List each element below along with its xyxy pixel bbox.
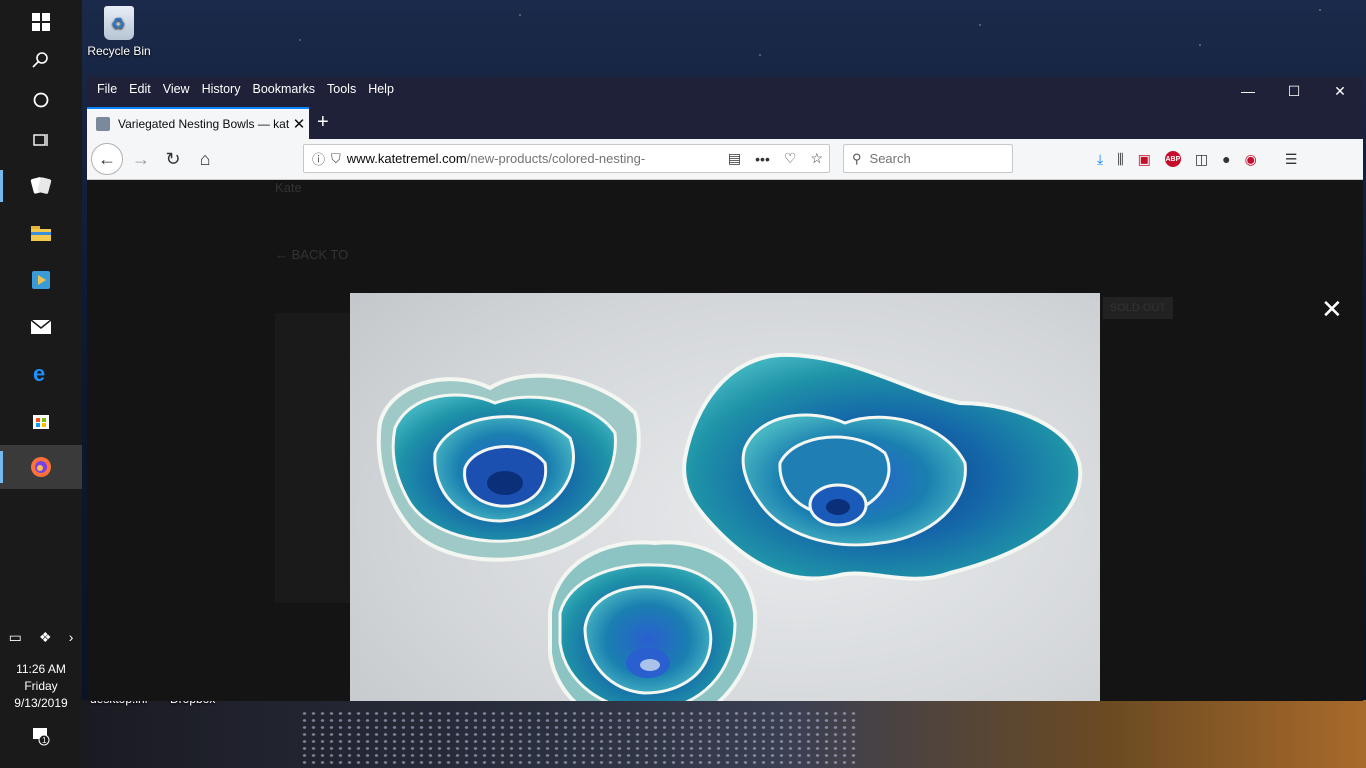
menu-view[interactable]: View [157, 82, 196, 96]
pocket-extension-icon[interactable]: ▣ [1138, 151, 1151, 168]
back-to-link[interactable]: ← BACK TO [275, 247, 348, 262]
search-icon[interactable] [0, 38, 82, 82]
reader-view-icon[interactable]: ▤ [728, 150, 741, 167]
toolbar-extension-icons: ⤓ ⫼ ▣ ABP ◫ ● ◉ ☰ [1097, 139, 1297, 179]
menu-file[interactable]: File [91, 82, 123, 96]
sidebar-icon[interactable]: ◫ [1195, 151, 1208, 168]
adblock-plus-icon[interactable]: ABP [1164, 151, 1181, 167]
tracking-shield-icon[interactable]: ⛉ [331, 151, 341, 167]
menu-edit[interactable]: Edit [123, 82, 157, 96]
taskbar: e ▭ ❖ › 11:26 AM Friday 9/13/2019 1 [0, 0, 82, 768]
search-field[interactable]: ⚲ Search [843, 144, 1013, 173]
solitaire-app-icon[interactable] [0, 164, 82, 208]
tab-title: Variegated Nesting Bowls — kat [118, 117, 289, 131]
bowl-set-left [376, 373, 641, 562]
desktop-wallpaper-texture [300, 710, 860, 768]
site-info-icon[interactable]: ⓘ [312, 149, 325, 168]
library-icon[interactable]: ⫼ [1117, 151, 1123, 168]
firefox-window: File Edit View History Bookmarks Tools H… [87, 77, 1363, 701]
battery-icon[interactable]: ▭ [9, 629, 22, 646]
svg-text:e: e [33, 362, 45, 384]
clock-time: 11:26 AM [16, 662, 66, 676]
lightbox-product-photo [350, 293, 1100, 701]
extension-icon[interactable]: ◉ [1245, 151, 1257, 168]
tab-close-icon[interactable]: ✕ [289, 115, 309, 133]
chevron-right-icon[interactable]: › [69, 629, 74, 645]
mail-icon[interactable] [0, 305, 82, 349]
task-view-icon[interactable] [0, 118, 82, 162]
page-actions-icon[interactable]: ••• [755, 151, 770, 167]
recycle-bin-icon [104, 6, 134, 40]
search-magnifier-icon: ⚲ [852, 150, 862, 166]
video-app-icon[interactable] [0, 258, 82, 302]
search-placeholder: Search [869, 151, 911, 166]
url-host: www.katetremel.com [346, 151, 467, 166]
back-arrow-icon[interactable]: ← [91, 143, 123, 175]
new-tab-icon[interactable]: + [317, 111, 329, 134]
pocket-icon[interactable]: ♡ [784, 150, 797, 167]
edge-browser-icon[interactable]: e [0, 351, 82, 395]
clock-date: 9/13/2019 [14, 696, 68, 710]
menu-help[interactable]: Help [362, 82, 400, 96]
menu-bar: File Edit View History Bookmarks Tools H… [87, 77, 1363, 101]
bowl-set-center [548, 540, 758, 701]
hamburger-menu-icon[interactable]: ☰ [1285, 151, 1298, 168]
menu-tools[interactable]: Tools [321, 82, 362, 96]
clock-day: Friday [24, 679, 58, 693]
brand-text: Kate [275, 180, 302, 195]
file-explorer-icon[interactable] [0, 211, 82, 255]
bookmark-star-icon[interactable]: ☆ [810, 150, 823, 167]
firefox-app-icon[interactable] [0, 445, 82, 489]
address-bar-actions: ▤ ••• ♡ ☆ [728, 145, 823, 172]
home-icon[interactable]: ⌂ [193, 139, 217, 179]
menu-history[interactable]: History [196, 82, 247, 96]
nesting-bowls-image [376, 352, 1083, 701]
site-favicon-icon [96, 117, 110, 131]
store-icon[interactable] [0, 398, 82, 442]
notification-count: 1 [42, 736, 47, 745]
url-path: /new-products/colored-nesting- [466, 151, 646, 166]
dropbox-icon[interactable]: ❖ [39, 629, 52, 646]
recycle-bin-desktop-icon[interactable]: Recycle Bin [86, 6, 152, 58]
web-page-content: Kate ← BACK TO SOLD OUT ✕ [87, 180, 1363, 701]
tab-bar: Variegated Nesting Bowls — kat ✕ + [87, 101, 1363, 139]
downloads-icon[interactable]: ⤓ [1097, 151, 1103, 168]
navigation-toolbar: ← → ↻ ⌂ ⓘ ⛉ www.katetremel.com/new-produ… [87, 139, 1363, 180]
address-bar[interactable]: ⓘ ⛉ www.katetremel.com/new-products/colo… [303, 144, 830, 173]
recycle-bin-label: Recycle Bin [87, 44, 151, 58]
sold-out-badge: SOLD OUT [1103, 297, 1173, 319]
action-center-icon[interactable]: 1 [0, 726, 82, 751]
taskbar-clock[interactable]: 11:26 AM Friday 9/13/2019 [0, 661, 82, 712]
menu-bookmarks[interactable]: Bookmarks [246, 82, 321, 96]
forward-arrow-icon[interactable]: → [129, 139, 153, 179]
url-text: www.katetremel.com/new-products/colored-… [347, 151, 667, 166]
tab-variegated-nesting-bowls[interactable]: Variegated Nesting Bowls — kat ✕ [87, 107, 309, 139]
cortana-icon[interactable] [0, 78, 82, 122]
lightbox-close-icon[interactable]: ✕ [1321, 296, 1343, 322]
system-tray: ▭ ❖ › [0, 626, 82, 648]
account-icon[interactable]: ● [1222, 151, 1230, 167]
bowl-set-right [682, 352, 1083, 581]
reload-icon[interactable]: ↻ [161, 139, 185, 179]
product-thumbnail[interactable] [275, 313, 355, 603]
